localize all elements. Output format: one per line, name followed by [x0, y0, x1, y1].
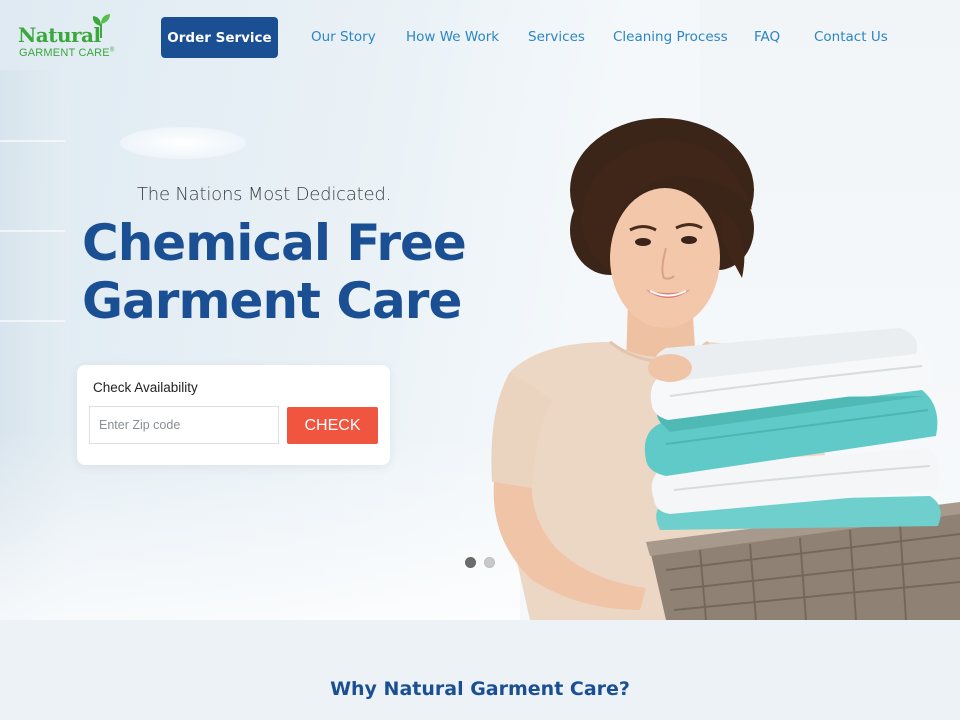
- hero-woman-with-towels-image: [491, 118, 960, 620]
- hero-tagline: The Nations Most Dedicated.: [137, 184, 392, 205]
- why-section-title: Why Natural Garment Care?: [330, 678, 630, 700]
- nav-link-faq[interactable]: FAQ: [754, 29, 780, 45]
- background-line: [0, 230, 65, 232]
- background-lamp: [120, 127, 246, 159]
- headline-line-1: Chemical Free: [82, 214, 467, 272]
- headline-line-2: Garment Care: [82, 272, 462, 330]
- nav-link-cleaning-process[interactable]: Cleaning Process: [613, 29, 728, 45]
- slider-dot-2[interactable]: [484, 557, 495, 568]
- hero-headline: Chemical Free Garment Care: [82, 214, 502, 330]
- logo-wordmark: Natural: [18, 23, 101, 47]
- nav-link-services[interactable]: Services: [528, 29, 585, 45]
- registered-mark: ®: [109, 47, 115, 54]
- background-line: [0, 320, 65, 322]
- order-service-button[interactable]: Order Service: [161, 17, 278, 58]
- background-line: [0, 140, 65, 142]
- availability-title: Check Availability: [93, 380, 198, 395]
- brand-logo[interactable]: Natural GARMENT CARE®: [18, 14, 122, 60]
- nav-link-our-story[interactable]: Our Story: [311, 29, 376, 45]
- nav-link-how-we-work[interactable]: How We Work: [406, 29, 499, 45]
- why-section: Why Natural Garment Care?: [0, 620, 960, 720]
- slider-dot-1[interactable]: [465, 557, 476, 568]
- check-availability-button[interactable]: CHECK: [287, 407, 378, 444]
- logo-subtitle: GARMENT CARE®: [19, 47, 115, 59]
- top-navigation: Natural GARMENT CARE® Order Service Our …: [0, 0, 960, 76]
- availability-card: Check Availability CHECK: [77, 365, 390, 465]
- nav-link-contact-us[interactable]: Contact Us: [814, 29, 888, 45]
- zip-code-input[interactable]: [89, 406, 279, 444]
